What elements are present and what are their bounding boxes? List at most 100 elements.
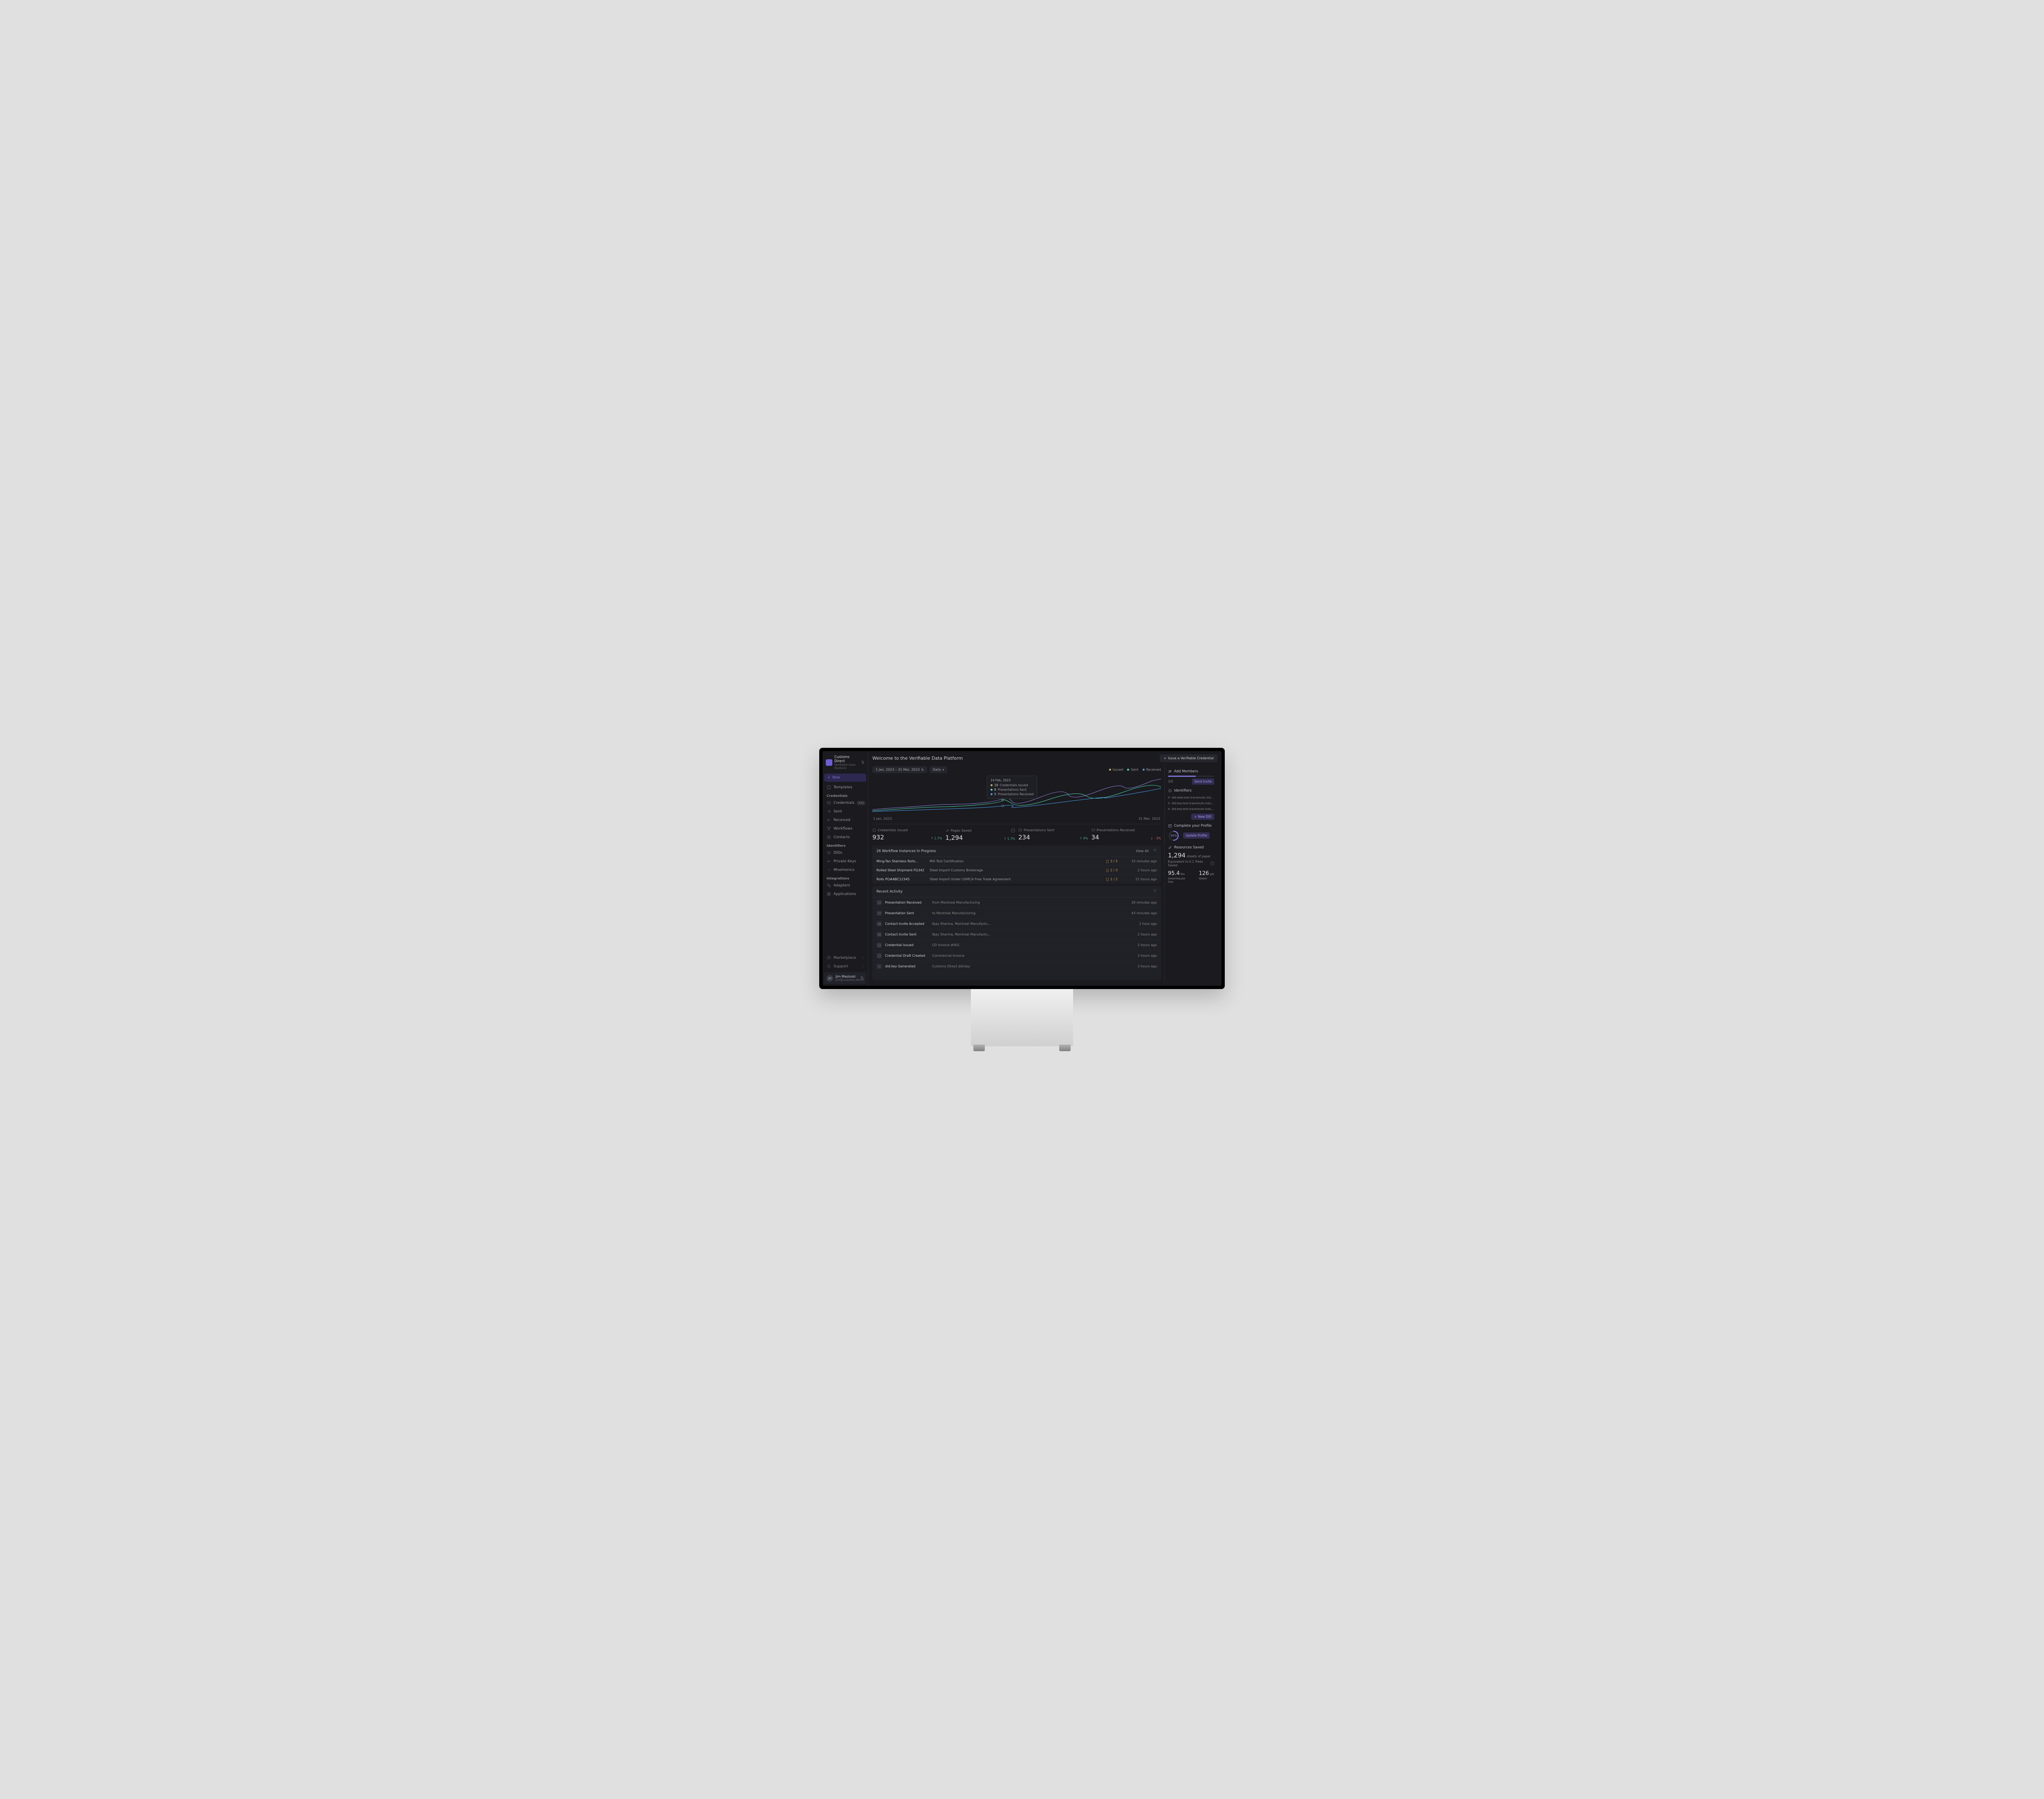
marketplace-icon — [827, 956, 831, 960]
update-profile-button[interactable]: Update Profile — [1183, 832, 1210, 839]
nav-label: Marketplace — [834, 956, 856, 960]
did-row[interactable]: did:key:test.transmute.indu…hxj75A — [1168, 806, 1214, 812]
activity-row[interactable]: Credential IssuedCD Invoice #0012 hours … — [872, 940, 1161, 951]
nav-templates[interactable]: Templates — [824, 783, 866, 792]
filter-icon[interactable] — [1153, 889, 1157, 894]
workflow-row[interactable]: Ming-Tan Stainless Rolls…Mill Test Certi… — [872, 857, 1161, 866]
workflow-row[interactable]: Rolled Steel Shipment FG342Steel Import … — [872, 866, 1161, 875]
workflows-icon — [827, 826, 831, 831]
mail-icon — [876, 932, 882, 937]
nav-applications[interactable]: Applications — [824, 890, 866, 898]
document-icon — [827, 785, 831, 790]
nav-label: Mnemonics — [834, 868, 854, 872]
issue-credential-button[interactable]: + Issue a Verifiable Credential — [1160, 754, 1217, 762]
granularity-label: Daily — [933, 768, 941, 772]
activity-row[interactable]: Contact Invite SentAjay Sharma, Montreal… — [872, 929, 1161, 940]
issue-button-label: Issue a Verifiable Credential — [1168, 756, 1214, 760]
activity-row[interactable]: Presentation Sentto Montreal Manufacturi… — [872, 908, 1161, 919]
nav-badge: 432 — [857, 801, 865, 805]
nav-private-keys[interactable]: Private Keys — [824, 857, 866, 866]
nav-sent[interactable]: Sent — [824, 807, 866, 816]
plus-icon: + — [827, 776, 830, 780]
stat-credentials-issued: Credentials Issued 932↑ 1.7% — [872, 828, 942, 841]
chart-legend: Issued Sent Received — [1109, 768, 1161, 772]
nav-label: Templates — [834, 785, 852, 790]
send-invite-button[interactable]: Send Invite — [1192, 778, 1214, 785]
nav-workflows[interactable]: Workflows — [824, 824, 866, 833]
date-range-label: 1 Jan, 2023 – 31 Mar, 2023 — [876, 768, 920, 772]
adapters-icon — [827, 883, 831, 888]
progress-bar — [1168, 776, 1214, 777]
identifiers-card: Identifiers did:web:text.transmute.indu…… — [1168, 789, 1214, 820]
apps-icon — [827, 892, 831, 896]
sent-icon — [827, 809, 831, 814]
nav-received[interactable]: Received — [824, 816, 866, 824]
granularity-picker[interactable]: Daily ▾ — [930, 766, 948, 773]
activity-row[interactable]: Credential Draft CreatedCommercial Invoi… — [872, 951, 1161, 961]
right-sidebar: Add Members 3/5 Send Invite Identifiers … — [1164, 766, 1217, 982]
did-row[interactable]: did:key:test.transmute.indu…bHasGs — [1168, 801, 1214, 806]
monitor-foot — [971, 1045, 1073, 1051]
date-range-picker[interactable]: 1 Jan, 2023 – 31 Mar, 2023 ⇅ — [872, 766, 927, 773]
nav-label: Adapters — [834, 884, 850, 888]
nav-dids[interactable]: DIDs — [824, 848, 866, 857]
nav-label: Workflows — [834, 827, 852, 831]
monitor-stand — [971, 989, 1073, 1046]
stat-pages-saved: Pages Savedi 1,294↑ 1.7% — [946, 828, 1015, 841]
activity-row[interactable]: Presentation Receivedfrom Montreal Manuf… — [872, 897, 1161, 908]
app-window: Customs Direct Verifiable Data Platform … — [823, 751, 1221, 986]
filter-icon[interactable] — [1153, 848, 1157, 854]
nav-marketplace[interactable]: Marketplace › — [824, 953, 866, 962]
org-logo — [826, 759, 832, 766]
file-icon — [1106, 869, 1109, 872]
file-icon — [1106, 860, 1109, 863]
did-row[interactable]: did:web:text.transmute.indu…Y7gjau — [1168, 795, 1214, 801]
chevron-right-icon: › — [863, 956, 864, 960]
nav-support[interactable]: Support › — [824, 962, 866, 971]
activity-row[interactable]: did:key GeneratedCustoms Direct did:key3… — [872, 961, 1161, 971]
progress-ring: 50% — [1168, 830, 1179, 841]
new-did-button[interactable]: +New DID — [1191, 814, 1214, 820]
info-icon[interactable]: i — [1210, 861, 1214, 866]
axis-end: 31 Mar, 2023 — [1139, 817, 1160, 821]
resource-gas: 95.4lbs Greenhouse Gas — [1168, 870, 1191, 884]
new-button[interactable]: + New — [824, 774, 866, 782]
nav-adapters[interactable]: Adapters — [824, 881, 866, 890]
legend-sent[interactable]: Sent — [1127, 768, 1138, 772]
workflow-row[interactable]: Rolls PO#ABC12345Steel Import Under USMC… — [872, 875, 1161, 884]
new-button-label: New — [832, 776, 840, 780]
nav-label: Support — [834, 965, 848, 969]
profile-icon — [1168, 824, 1172, 828]
info-icon[interactable]: i — [1011, 828, 1015, 832]
key-icon — [876, 964, 882, 969]
nav-mnemonics[interactable]: Mnemonics — [824, 866, 866, 874]
chevron-right-icon: › — [863, 965, 864, 968]
nav-label: Contacts — [834, 835, 850, 839]
nav-label: Received — [834, 818, 850, 822]
topbar: Welcome to the Verifiable Data Platform … — [872, 754, 1217, 762]
document-icon — [876, 942, 882, 948]
legend-issued[interactable]: Issued — [1109, 768, 1123, 772]
axis-start: 1 Jan, 2023 — [873, 817, 892, 821]
members-fraction: 3/5 — [1168, 780, 1173, 783]
nav-credentials[interactable]: Credentials 432 — [824, 799, 866, 807]
section-identifiers: Identifiers — [824, 841, 866, 848]
chart-tooltip: 14 Feb, 2023 19Credentials Issued 8Prese… — [987, 776, 1037, 799]
org-switcher[interactable]: Customs Direct Verifiable Data Platform … — [824, 753, 866, 772]
stat-presentations-received: Presentations Received 34↓ · 3% — [1091, 828, 1161, 841]
legend-received[interactable]: Received — [1143, 768, 1161, 772]
tooltip-date: 14 Feb, 2023 — [991, 778, 1033, 782]
nav-contacts[interactable]: Contacts — [824, 833, 866, 841]
users-icon — [1168, 769, 1172, 774]
trend-chart[interactable]: 14 Feb, 2023 19Credentials Issued 8Prese… — [872, 775, 1161, 816]
support-icon — [827, 964, 831, 969]
activity-row[interactable]: Contact Invite AcceptedAjay Sharma, Mont… — [872, 919, 1161, 929]
view-all-link[interactable]: View All — [1136, 849, 1149, 853]
mnemonics-icon — [827, 868, 831, 872]
panel-title: Recent Activity — [876, 890, 903, 894]
stat-cards: Credentials Issued 932↑ 1.7% Pages Saved… — [872, 824, 1161, 846]
user-menu[interactable]: JM Jim Masloski jim@customs.direct ⇅ — [824, 972, 866, 984]
section-credentials: Credentials — [824, 792, 866, 799]
sidebar: Customs Direct Verifiable Data Platform … — [823, 751, 868, 986]
stat-presentations-sent: Presentations Sent 234↑ 4% — [1018, 828, 1088, 841]
